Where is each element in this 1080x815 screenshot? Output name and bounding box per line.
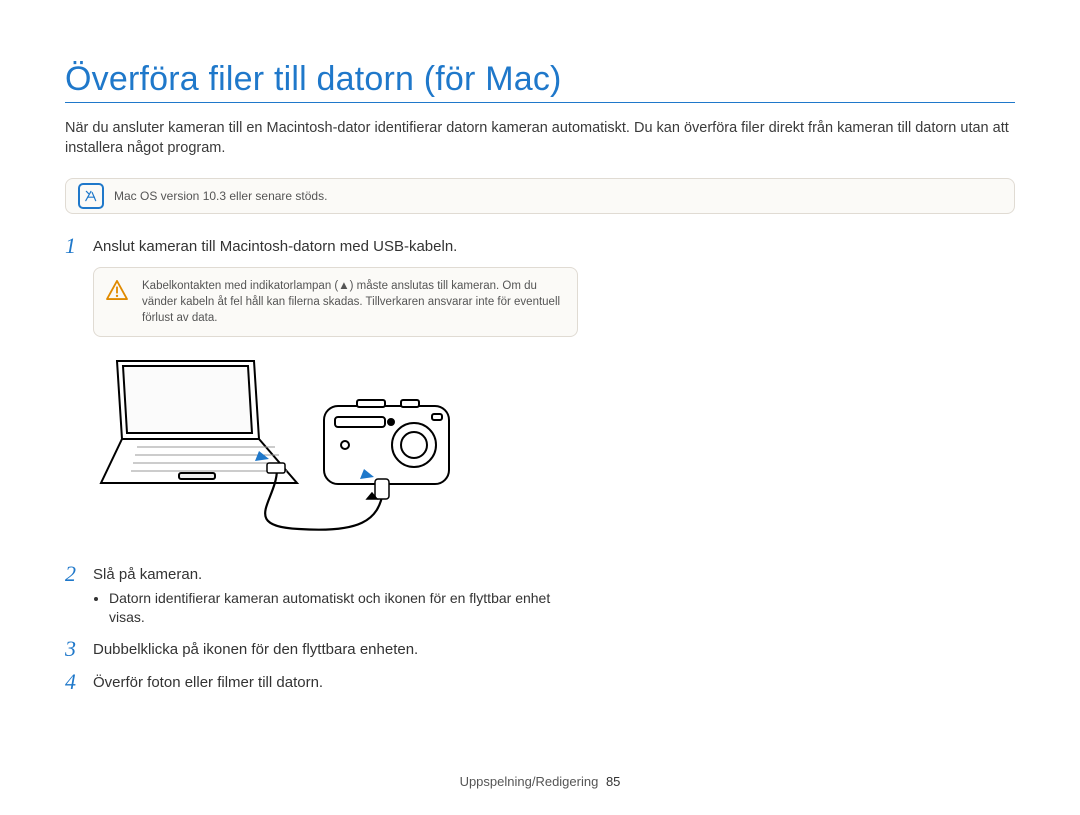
- step-text: Överför foton eller filmer till datorn.: [93, 672, 578, 693]
- manual-page: Överföra filer till datorn (för Mac) När…: [0, 0, 1080, 815]
- step-text: Anslut kameran till Macintosh-datorn med…: [93, 236, 578, 257]
- info-note-box: Mac OS version 10.3 eller senare stöds.: [65, 178, 1015, 214]
- step-number: 2: [65, 561, 76, 587]
- step-text: Dubbelklicka på ikonen för den flyttbara…: [93, 639, 578, 660]
- warning-icon: [106, 280, 128, 300]
- note-icon: [78, 183, 104, 209]
- footer-section: Uppspelning/Redigering: [460, 774, 599, 789]
- page-title: Överföra filer till datorn (för Mac): [65, 60, 1015, 103]
- info-note-text: Mac OS version 10.3 eller senare stöds.: [114, 189, 327, 203]
- step-text: Slå på kameran.: [93, 564, 578, 585]
- step-number: 3: [65, 636, 76, 662]
- step-number: 1: [65, 233, 76, 259]
- warning-box: Kabelkontakten med indikatorlampan (▲) m…: [93, 267, 578, 337]
- connection-illustration: [99, 351, 459, 546]
- step-number: 4: [65, 669, 76, 695]
- bullet-item: Datorn identifierar kameran automatiskt …: [109, 589, 578, 627]
- step-bullet-list: Datorn identifierar kameran automatiskt …: [93, 589, 578, 627]
- step-4: 4 Överför foton eller filmer till datorn…: [65, 672, 578, 693]
- step-2: 2 Slå på kameran. Datorn identifierar ka…: [65, 564, 578, 627]
- warning-text: Kabelkontakten med indikatorlampan (▲) m…: [142, 280, 560, 324]
- step-3: 3 Dubbelklicka på ikonen för den flyttba…: [65, 639, 578, 660]
- steps-container: 1 Anslut kameran till Macintosh-datorn m…: [65, 236, 578, 693]
- footer-page-number: 85: [606, 774, 620, 789]
- page-footer: Uppspelning/Redigering 85: [0, 774, 1080, 789]
- step-1: 1 Anslut kameran till Macintosh-datorn m…: [65, 236, 578, 546]
- intro-paragraph: När du ansluter kameran till en Macintos…: [65, 118, 1015, 158]
